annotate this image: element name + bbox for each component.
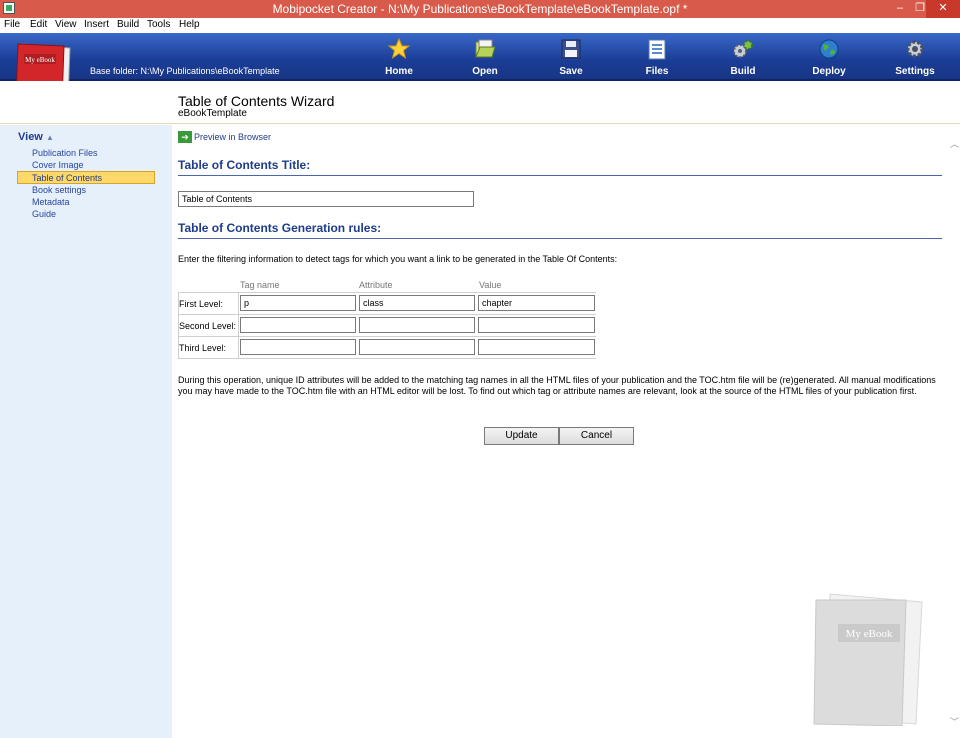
sidebar-view-heading[interactable]: View ▲ [18,131,54,143]
vertical-scrollbar[interactable]: ︿ ﹀ [948,125,960,738]
second-level-tag-input[interactable] [240,317,356,333]
sidebar-item-table-of-contents[interactable]: Table of Contents [32,173,102,183]
first-level-tag-input[interactable] [240,295,356,311]
menu-help[interactable]: Help [179,19,200,30]
grid-line [238,292,239,358]
toc-title-heading: Table of Contents Title: [178,158,942,176]
page-title: Table of Contents Wizard [178,93,335,109]
menu-file[interactable]: File [4,19,20,30]
page-header: Table of Contents Wizard eBookTemplate [0,81,960,124]
close-button[interactable]: ✕ [926,0,960,18]
regeneration-note: During this operation, unique ID attribu… [178,375,936,396]
title-bar: Mobipocket Creator - N:\My Publications\… [0,0,960,18]
column-attribute: Attribute [359,280,393,290]
window-title: Mobipocket Creator - N:\My Publications\… [272,2,688,16]
banner-toolbar: Base folder: N:\My Publications\eBookTem… [0,33,960,81]
home-button[interactable]: Home [364,35,434,79]
sidebar-item-publication-files[interactable]: Publication Files [32,148,98,158]
menu-build[interactable]: Build [117,19,139,30]
first-level-label: First Level: [179,299,224,309]
files-button[interactable]: Files [622,35,692,79]
save-button[interactable]: Save [536,35,606,79]
third-level-label: Third Level: [179,343,227,353]
second-level-attribute-input[interactable] [359,317,475,333]
scroll-down-icon[interactable]: ﹀ [950,715,959,728]
column-tag-name: Tag name [240,280,280,290]
arrow-right-icon[interactable]: ➔ [178,131,192,143]
cancel-button[interactable]: Cancel [559,427,634,445]
third-level-value-input[interactable] [478,339,595,355]
second-level-value-input[interactable] [478,317,595,333]
files-icon [648,39,666,60]
first-level-attribute-input[interactable] [359,295,475,311]
sidebar: View ▲ Publication Files Cover Image Tab… [0,125,172,738]
page-subtitle: eBookTemplate [178,108,247,119]
star-icon [388,38,410,60]
settings-button[interactable]: Settings [880,35,950,79]
toc-title-input[interactable] [178,191,474,207]
build-button[interactable]: Build [708,35,778,79]
generation-rules-heading: Table of Contents Generation rules: [178,221,942,239]
menu-tools[interactable]: Tools [147,19,170,30]
grid-line [178,336,596,337]
base-folder-label: Base folder: N:\My Publications\eBookTem… [90,66,280,76]
open-button[interactable]: Open [450,35,520,79]
folder-icon [475,39,496,58]
svg-text:My eBook: My eBook [25,56,55,64]
menu-insert[interactable]: Insert [84,19,109,30]
first-level-value-input[interactable] [478,295,595,311]
preview-in-browser-link[interactable]: Preview in Browser [194,132,271,142]
minimize-button[interactable]: – [890,0,910,18]
collapse-icon[interactable]: ▲ [46,133,54,142]
instructions-text: Enter the filtering information to detec… [178,254,618,264]
sidebar-item-metadata[interactable]: Metadata [32,197,70,207]
sidebar-item-guide[interactable]: Guide [32,209,56,219]
globe-icon [819,39,839,59]
third-level-tag-input[interactable] [240,339,356,355]
grid-line [178,292,596,293]
floppy-icon [561,39,581,59]
menu-view[interactable]: View [55,19,77,30]
second-level-label: Second Level: [179,321,237,331]
update-button[interactable]: Update [484,427,559,445]
gears-icon [733,40,753,58]
deploy-button[interactable]: Deploy [794,35,864,79]
sidebar-item-book-settings[interactable]: Book settings [32,185,86,195]
settings-icon [906,40,924,58]
svg-text:My eBook: My eBook [846,628,893,640]
sidebar-item-cover-image[interactable]: Cover Image [32,160,84,170]
column-value: Value [479,280,502,290]
scroll-up-icon[interactable]: ︿ [950,137,959,150]
ebook-watermark: My eBook [812,586,930,727]
grid-line [178,314,596,315]
third-level-attribute-input[interactable] [359,339,475,355]
menu-bar: File Edit View Insert Build Tools Help [0,18,960,33]
grid-line [178,358,596,359]
menu-edit[interactable]: Edit [30,19,47,30]
